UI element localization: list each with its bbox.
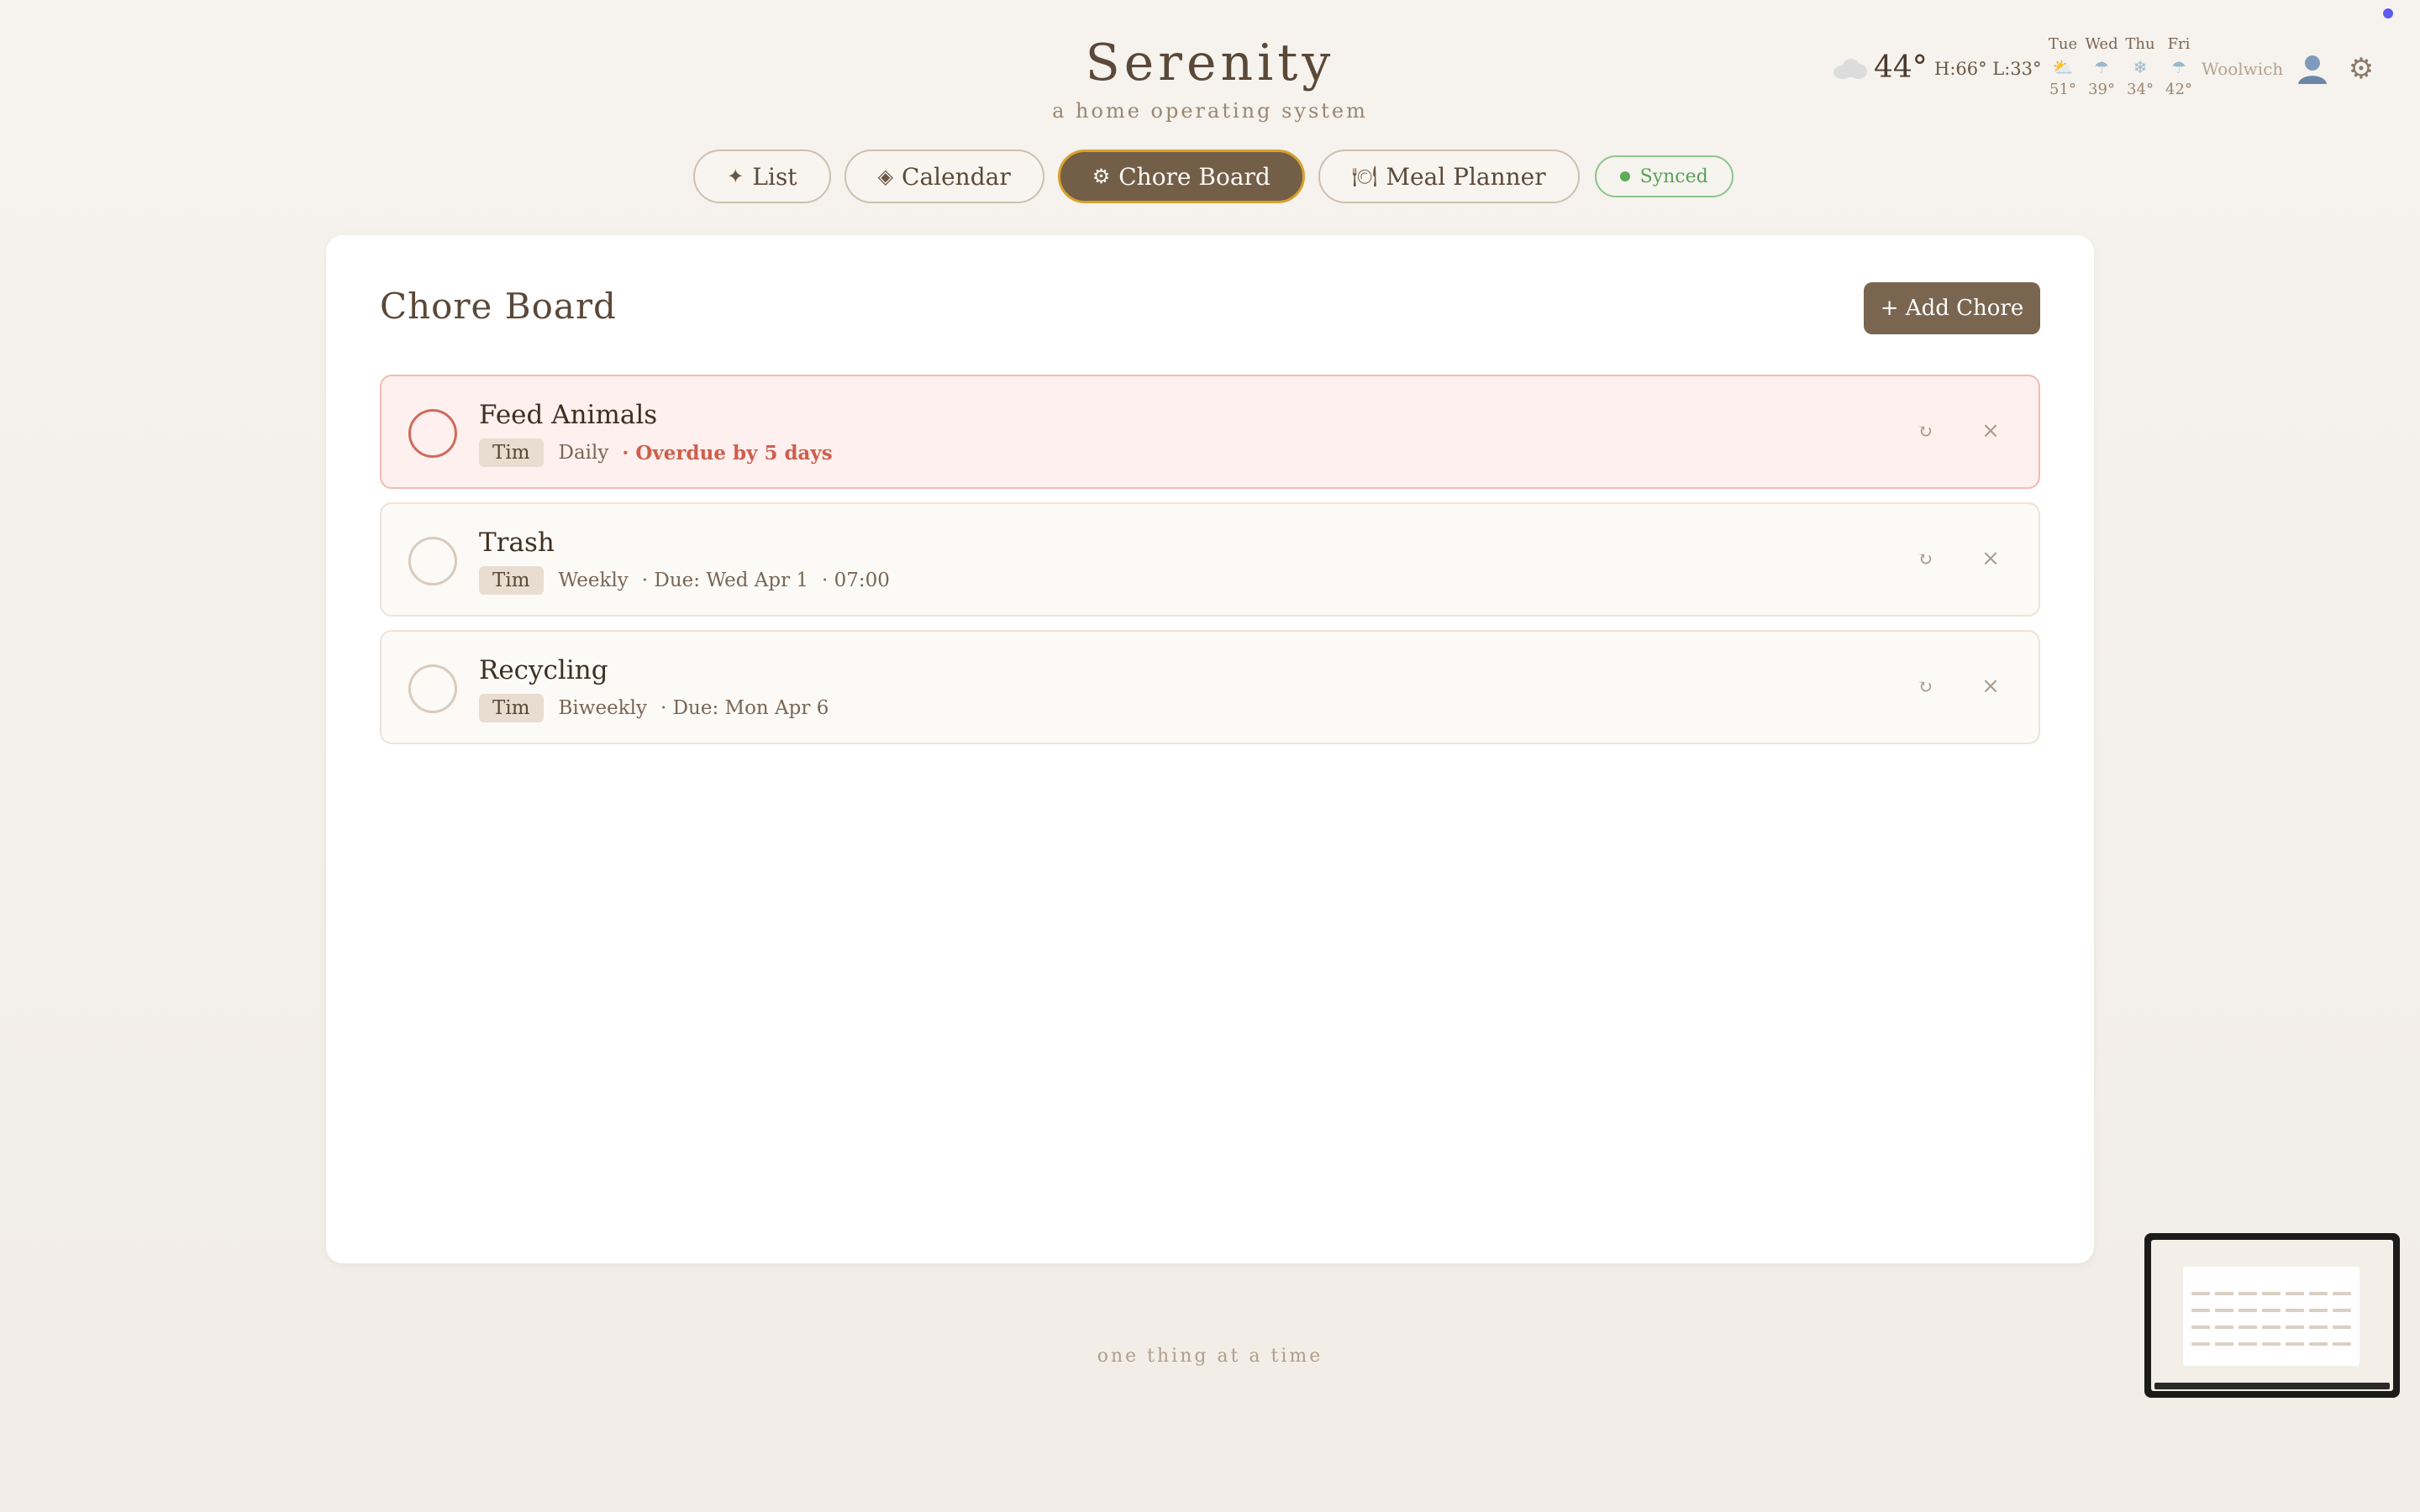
chore-meta: Tim Weekly · Due: Wed Apr 1 · 07:00	[479, 566, 890, 595]
repeat-icon[interactable]: ↻	[1912, 420, 1938, 445]
tab-label: List	[752, 162, 797, 191]
app-subtitle: a home operating system	[1052, 99, 1368, 123]
page-title: Chore Board	[380, 286, 617, 327]
gear-small-icon: ⚙	[1092, 165, 1111, 188]
chore-frequency: Weekly	[558, 570, 629, 591]
main-nav: ✦ List ◈ Calendar ⚙ Chore Board 🍽 Meal P…	[0, 150, 2420, 203]
forecast-day-name: Thu	[2125, 35, 2155, 53]
chore-meta: Tim Biweekly · Due: Mon Apr 6	[479, 694, 842, 722]
due-date: · Due: Wed Apr 1	[641, 570, 809, 591]
rain-icon: ☂	[2094, 57, 2109, 77]
add-chore-button[interactable]: + Add Chore	[1864, 282, 2040, 334]
chore-name: Trash	[479, 528, 555, 558]
diamond-icon: ◈	[877, 165, 894, 188]
screen-preview-thumbnail[interactable]	[2144, 1233, 2400, 1398]
chore-item[interactable]: Recycling Tim Biweekly · Due: Mon Apr 6 …	[380, 630, 2040, 744]
sync-status-badge[interactable]: Synced	[1594, 155, 1733, 197]
repeat-icon[interactable]: ↻	[1912, 548, 1938, 573]
forecast-day: Thu ❄ 34°	[2121, 35, 2160, 98]
preview-screen	[2151, 1240, 2393, 1391]
forecast-day-name: Tue	[2048, 35, 2078, 53]
chore-item[interactable]: Feed Animals Tim Daily · Overdue by 5 da…	[380, 375, 2040, 489]
chore-name: Feed Animals	[479, 400, 658, 430]
assignee-badge: Tim	[479, 694, 544, 722]
tab-label: Calendar	[902, 162, 1011, 191]
tab-calendar[interactable]: ◈ Calendar	[844, 150, 1044, 203]
notification-dot	[2383, 8, 2393, 18]
chore-board-panel: Chore Board + Add Chore Feed Animals Tim…	[326, 235, 2094, 1263]
chore-meta: Tim Daily · Overdue by 5 days	[479, 438, 833, 467]
cloud-icon	[1833, 57, 1867, 79]
sync-status-label: Synced	[1639, 165, 1708, 187]
plate-icon: 🍽	[1351, 165, 1378, 188]
sun-cloud-icon: ⛅	[2052, 57, 2074, 77]
forecast: Tue ⛅ 51° Wed ☂ 39° Thu ❄ 34° Fri ☂ 42°	[2044, 35, 2198, 98]
complete-checkbox[interactable]	[408, 409, 457, 458]
settings-gear-icon[interactable]: ⚙	[2346, 54, 2376, 84]
complete-checkbox[interactable]	[408, 537, 457, 585]
assignee-badge: Tim	[479, 438, 544, 467]
forecast-temp: 34°	[2127, 81, 2154, 98]
forecast-temp: 51°	[2049, 81, 2076, 98]
assignee-badge: Tim	[479, 566, 544, 595]
tab-label: Chore Board	[1118, 162, 1270, 191]
tab-chore-board[interactable]: ⚙ Chore Board	[1057, 150, 1305, 203]
user-icon[interactable]	[2294, 50, 2331, 87]
forecast-temp: 42°	[2165, 81, 2192, 98]
delete-icon[interactable]: ×	[1978, 546, 2003, 571]
current-temp: 44°	[1874, 50, 1928, 85]
hi-lo-temp: H:66° L:33°	[1934, 59, 2042, 79]
forecast-temp: 39°	[2088, 81, 2115, 98]
preview-dock	[2154, 1383, 2390, 1389]
tab-list[interactable]: ✦ List	[693, 150, 831, 203]
current-weather: 44°	[1833, 50, 1928, 85]
chore-frequency: Biweekly	[558, 697, 647, 719]
preview-card	[2183, 1267, 2360, 1366]
forecast-day: Fri ☂ 42°	[2160, 35, 2198, 98]
chore-item[interactable]: Trash Tim Weekly · Due: Wed Apr 1 · 07:0…	[380, 502, 2040, 617]
sparkle-icon: ✦	[727, 165, 744, 188]
due-date: · Due: Mon Apr 6	[660, 697, 829, 719]
repeat-icon[interactable]: ↻	[1912, 675, 1938, 701]
delete-icon[interactable]: ×	[1978, 674, 2003, 699]
delete-icon[interactable]: ×	[1978, 418, 2003, 444]
location-label[interactable]: Woolwich	[2202, 59, 2283, 79]
footer-tagline: one thing at a time	[1097, 1346, 1323, 1367]
snow-icon: ❄	[2133, 57, 2148, 77]
forecast-day: Tue ⛅ 51°	[2044, 35, 2082, 98]
forecast-day: Wed ☂ 39°	[2082, 35, 2121, 98]
rain-icon: ☂	[2171, 57, 2186, 77]
overdue-status: · Overdue by 5 days	[622, 441, 833, 465]
due-time: · 07:00	[822, 570, 890, 591]
tab-meal-planner[interactable]: 🍽 Meal Planner	[1318, 150, 1580, 203]
forecast-day-name: Wed	[2085, 35, 2118, 53]
forecast-day-name: Fri	[2167, 35, 2191, 53]
chore-list: Feed Animals Tim Daily · Overdue by 5 da…	[380, 375, 2040, 758]
sync-dot-icon	[1619, 171, 1630, 181]
chore-frequency: Daily	[558, 442, 609, 464]
complete-checkbox[interactable]	[408, 664, 457, 713]
chore-name: Recycling	[479, 655, 608, 685]
tab-label: Meal Planner	[1386, 162, 1546, 191]
